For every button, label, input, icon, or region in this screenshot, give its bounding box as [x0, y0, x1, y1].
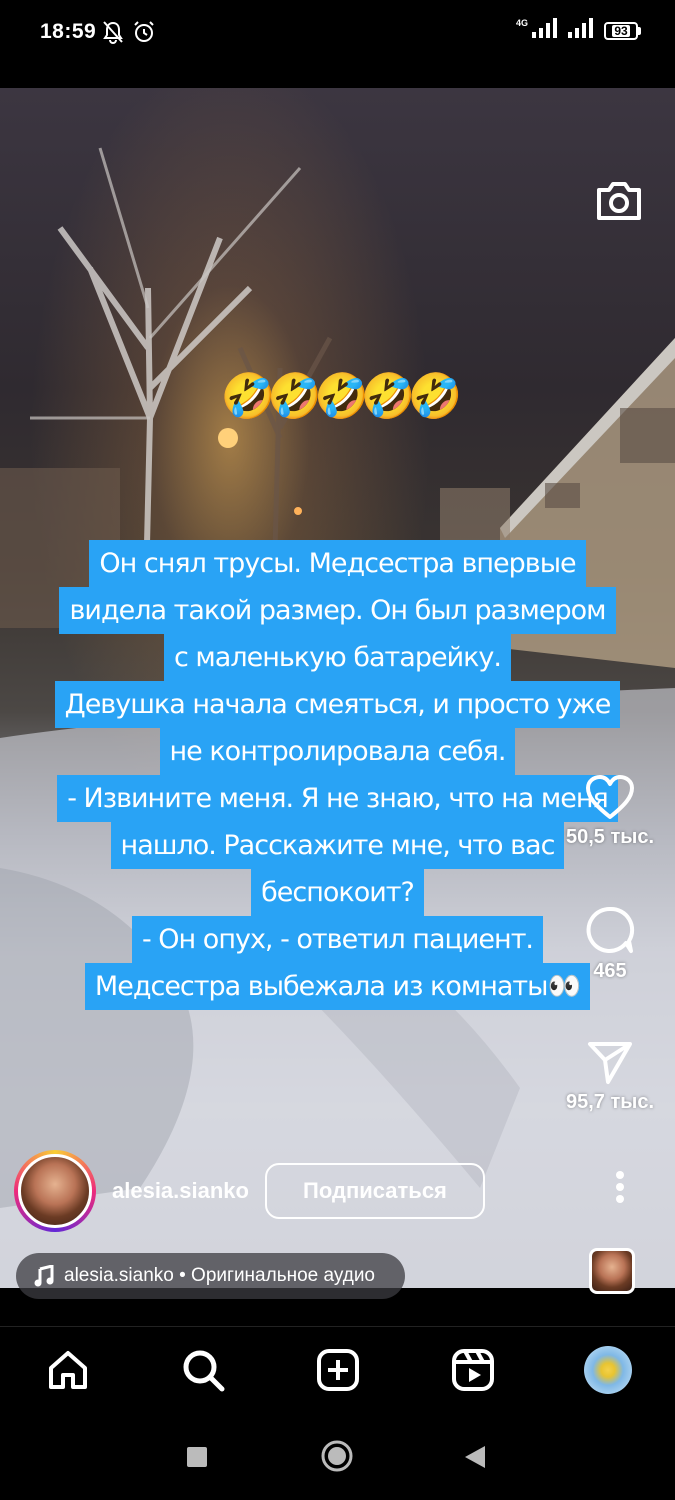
comment-icon[interactable]	[585, 905, 635, 955]
mute-bell-icon	[102, 20, 124, 49]
signal-icon	[568, 18, 594, 43]
music-note-icon	[34, 1265, 54, 1287]
network-type: 4G	[515, 17, 528, 28]
camera-icon[interactable]	[595, 178, 643, 227]
battery-icon: 93	[604, 21, 641, 40]
more-options-icon[interactable]	[615, 1170, 625, 1209]
like-count: 50,5 тыс.	[565, 826, 655, 848]
battery-level: 93	[612, 23, 630, 38]
share-count: 95,7 тыс.	[565, 1091, 655, 1113]
audio-info[interactable]: alesia.sianko • Оригинальное аудио	[16, 1253, 405, 1299]
audio-label: alesia.sianko • Оригинальное аудио	[64, 1265, 375, 1286]
caption-line: Девушка начала смеяться, и просто уже	[54, 681, 621, 728]
back-button[interactable]	[463, 1444, 487, 1475]
caption-line: видела такой размер. Он был размером	[59, 587, 616, 634]
bottom-tab-bar	[0, 1326, 675, 1417]
caption-line: нашло. Расскажите мне, что вас	[110, 822, 565, 869]
caption-line: Медсестра выбежала из комнаты👀	[84, 963, 591, 1010]
search-icon[interactable]	[178, 1345, 228, 1395]
create-icon[interactable]	[313, 1345, 363, 1395]
audio-thumbnail[interactable]	[589, 1248, 635, 1294]
comment-button[interactable]: 465	[555, 905, 665, 983]
profile-avatar[interactable]	[584, 1346, 632, 1394]
caption-line: - Извините меня. Я не знаю, что на меня	[57, 775, 618, 822]
caption-line: Он снял трусы. Медсестра впервые	[89, 540, 586, 587]
share-button[interactable]: 95,7 тыс.	[555, 1040, 665, 1114]
emoji-sticker: 🤣🤣🤣🤣🤣	[220, 372, 463, 421]
home-button[interactable]	[320, 1439, 354, 1478]
alarm-icon	[132, 20, 156, 49]
caption-line: беспокоит?	[251, 869, 424, 916]
system-navigation-bar	[0, 1416, 675, 1500]
caption-line: - Он опух, - ответил пациент.	[131, 916, 544, 963]
profile-tab[interactable]	[583, 1345, 633, 1395]
caption-line: с маленькую батарейку.	[163, 634, 511, 681]
follow-button[interactable]: Подписаться	[264, 1163, 485, 1219]
recents-button[interactable]	[186, 1446, 208, 1473]
send-icon[interactable]	[586, 1040, 634, 1086]
signal-icon	[532, 18, 558, 43]
reels-icon[interactable]	[448, 1345, 498, 1395]
status-time: 18:59	[40, 20, 97, 43]
avatar[interactable]	[14, 1150, 96, 1232]
username[interactable]: alesia.sianko	[112, 1178, 249, 1204]
status-bar: 18:59 4G 93	[0, 0, 675, 68]
author-row: alesia.sianko Подписаться	[14, 1150, 485, 1232]
comment-count: 465	[593, 960, 627, 982]
heart-icon[interactable]	[585, 775, 635, 821]
like-button[interactable]: 50,5 тыс.	[555, 775, 665, 849]
caption-line: не контролировала себя.	[159, 728, 516, 775]
home-icon[interactable]	[43, 1345, 93, 1395]
